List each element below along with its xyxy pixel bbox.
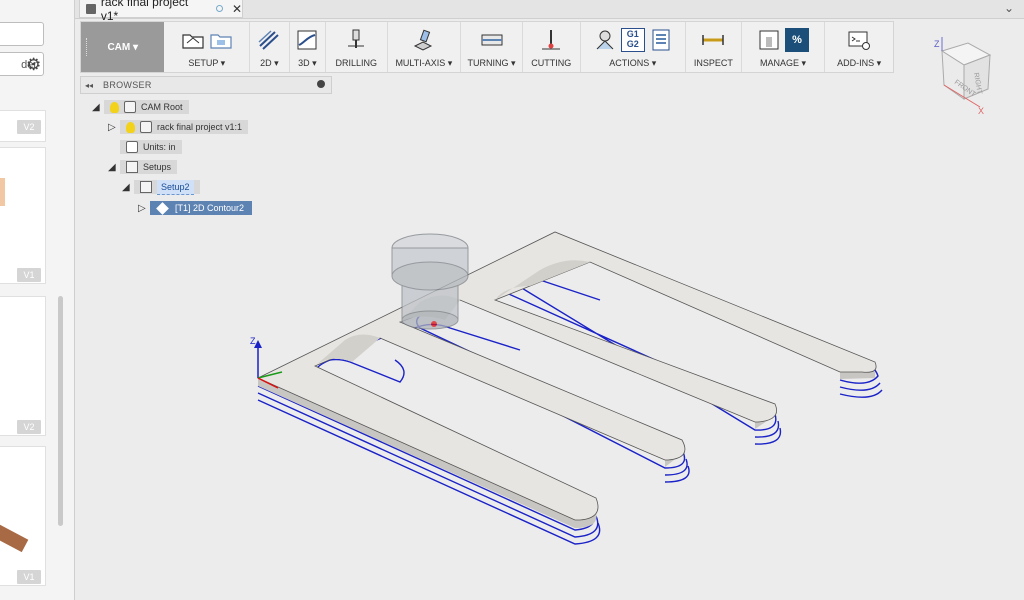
- cutting-group[interactable]: CUTTING: [523, 22, 581, 72]
- addins-group[interactable]: ADD-INS ▾: [825, 22, 893, 72]
- cutting-tool: [391, 233, 469, 330]
- workspace-label: CAM: [107, 41, 131, 53]
- addins-label: ADD-INS ▾: [837, 58, 882, 68]
- turning-label: TURNING ▾: [467, 58, 516, 68]
- z-axis-label: Z: [250, 336, 256, 346]
- 3d-viewport[interactable]: Z: [75, 72, 1024, 600]
- 2d-group[interactable]: 2D ▾: [250, 22, 290, 72]
- document-icon: [86, 3, 96, 14]
- file-thumbnail[interactable]: [0, 296, 46, 436]
- multiaxis-icon[interactable]: [412, 28, 436, 52]
- inspect-label: INSPECT: [693, 58, 733, 68]
- tab-bar: rack final project v1* ✕ ⌄: [75, 0, 1024, 23]
- drilling-label: DRILLING: [335, 58, 377, 68]
- version-badge: V2: [17, 420, 41, 434]
- scripts-icon[interactable]: [847, 28, 871, 52]
- setup-sheet-icon[interactable]: [649, 28, 673, 52]
- post-library-icon[interactable]: %: [785, 28, 810, 52]
- manage-label: MANAGE ▾: [760, 58, 807, 68]
- chevron-down-icon[interactable]: ⌄: [1004, 1, 1014, 15]
- multiaxis-group[interactable]: MULTI-AXIS ▾: [388, 22, 462, 72]
- turning-icon[interactable]: [480, 28, 504, 52]
- file-thumbnail[interactable]: [0, 147, 46, 284]
- 2d-label: 2D ▾: [260, 58, 279, 68]
- 3d-group[interactable]: 3D ▾: [290, 22, 326, 72]
- close-icon[interactable]: ✕: [232, 2, 242, 16]
- 2d-toolpath-icon[interactable]: [257, 28, 281, 52]
- viewcube-x-label: X: [978, 106, 984, 115]
- scrollbar[interactable]: [58, 296, 63, 526]
- manage-group[interactable]: % MANAGE ▾: [742, 22, 826, 72]
- document-title: rack final project v1*: [100, 0, 189, 23]
- 3d-label: 3D ▾: [298, 58, 317, 68]
- drilling-icon[interactable]: [344, 28, 368, 52]
- 3d-toolpath-icon[interactable]: [295, 28, 319, 52]
- gcode-line: G2: [626, 39, 639, 49]
- toolbar: CAM ▾ SETUP ▾ 2D ▾ 3D ▾ DRILLING MULTI-A…: [80, 21, 894, 73]
- viewcube-z-label: Z: [934, 39, 940, 49]
- version-badge: V1: [17, 570, 41, 584]
- tool-library-icon[interactable]: [757, 28, 781, 52]
- setup-folder-icon[interactable]: [181, 28, 205, 52]
- turning-group[interactable]: TURNING ▾: [461, 22, 523, 72]
- inspect-group[interactable]: INSPECT: [686, 22, 742, 72]
- setup-label: SETUP ▾: [188, 58, 226, 68]
- new-setup-icon[interactable]: [209, 28, 233, 52]
- simulate-icon[interactable]: [593, 28, 617, 52]
- rack-part: [257, 231, 877, 528]
- measure-icon[interactable]: [701, 28, 725, 52]
- actions-group[interactable]: G1 G2 ACTIONS ▾: [581, 22, 687, 72]
- version-badge: V2: [17, 120, 41, 134]
- setup-group[interactable]: SETUP ▾: [164, 22, 251, 72]
- actions-label: ACTIONS ▾: [609, 58, 657, 68]
- document-tab[interactable]: rack final project v1* ✕: [79, 0, 243, 23]
- cutting-label: CUTTING: [531, 58, 572, 68]
- thumbnail-shape: [0, 178, 5, 206]
- viewcube[interactable]: FRONT RIGHT Z X: [932, 37, 998, 115]
- version-badge: V1: [17, 268, 41, 282]
- gear-icon[interactable]: ⚙: [26, 55, 41, 75]
- wood-board-thumbnail: [0, 521, 29, 553]
- post-process-icon[interactable]: G1 G2: [620, 28, 645, 52]
- cutting-icon[interactable]: [539, 28, 563, 52]
- multiaxis-label: MULTI-AXIS ▾: [395, 58, 453, 68]
- file-thumbnail[interactable]: [0, 446, 46, 586]
- data-panel: der ⚙ V2 V1 V2 V1: [0, 0, 75, 600]
- search-input[interactable]: [0, 22, 44, 46]
- status-icon: [216, 5, 223, 12]
- workspace-switcher[interactable]: CAM ▾: [81, 22, 165, 72]
- gcode-line: G1: [626, 29, 639, 39]
- drilling-group[interactable]: DRILLING: [326, 22, 388, 72]
